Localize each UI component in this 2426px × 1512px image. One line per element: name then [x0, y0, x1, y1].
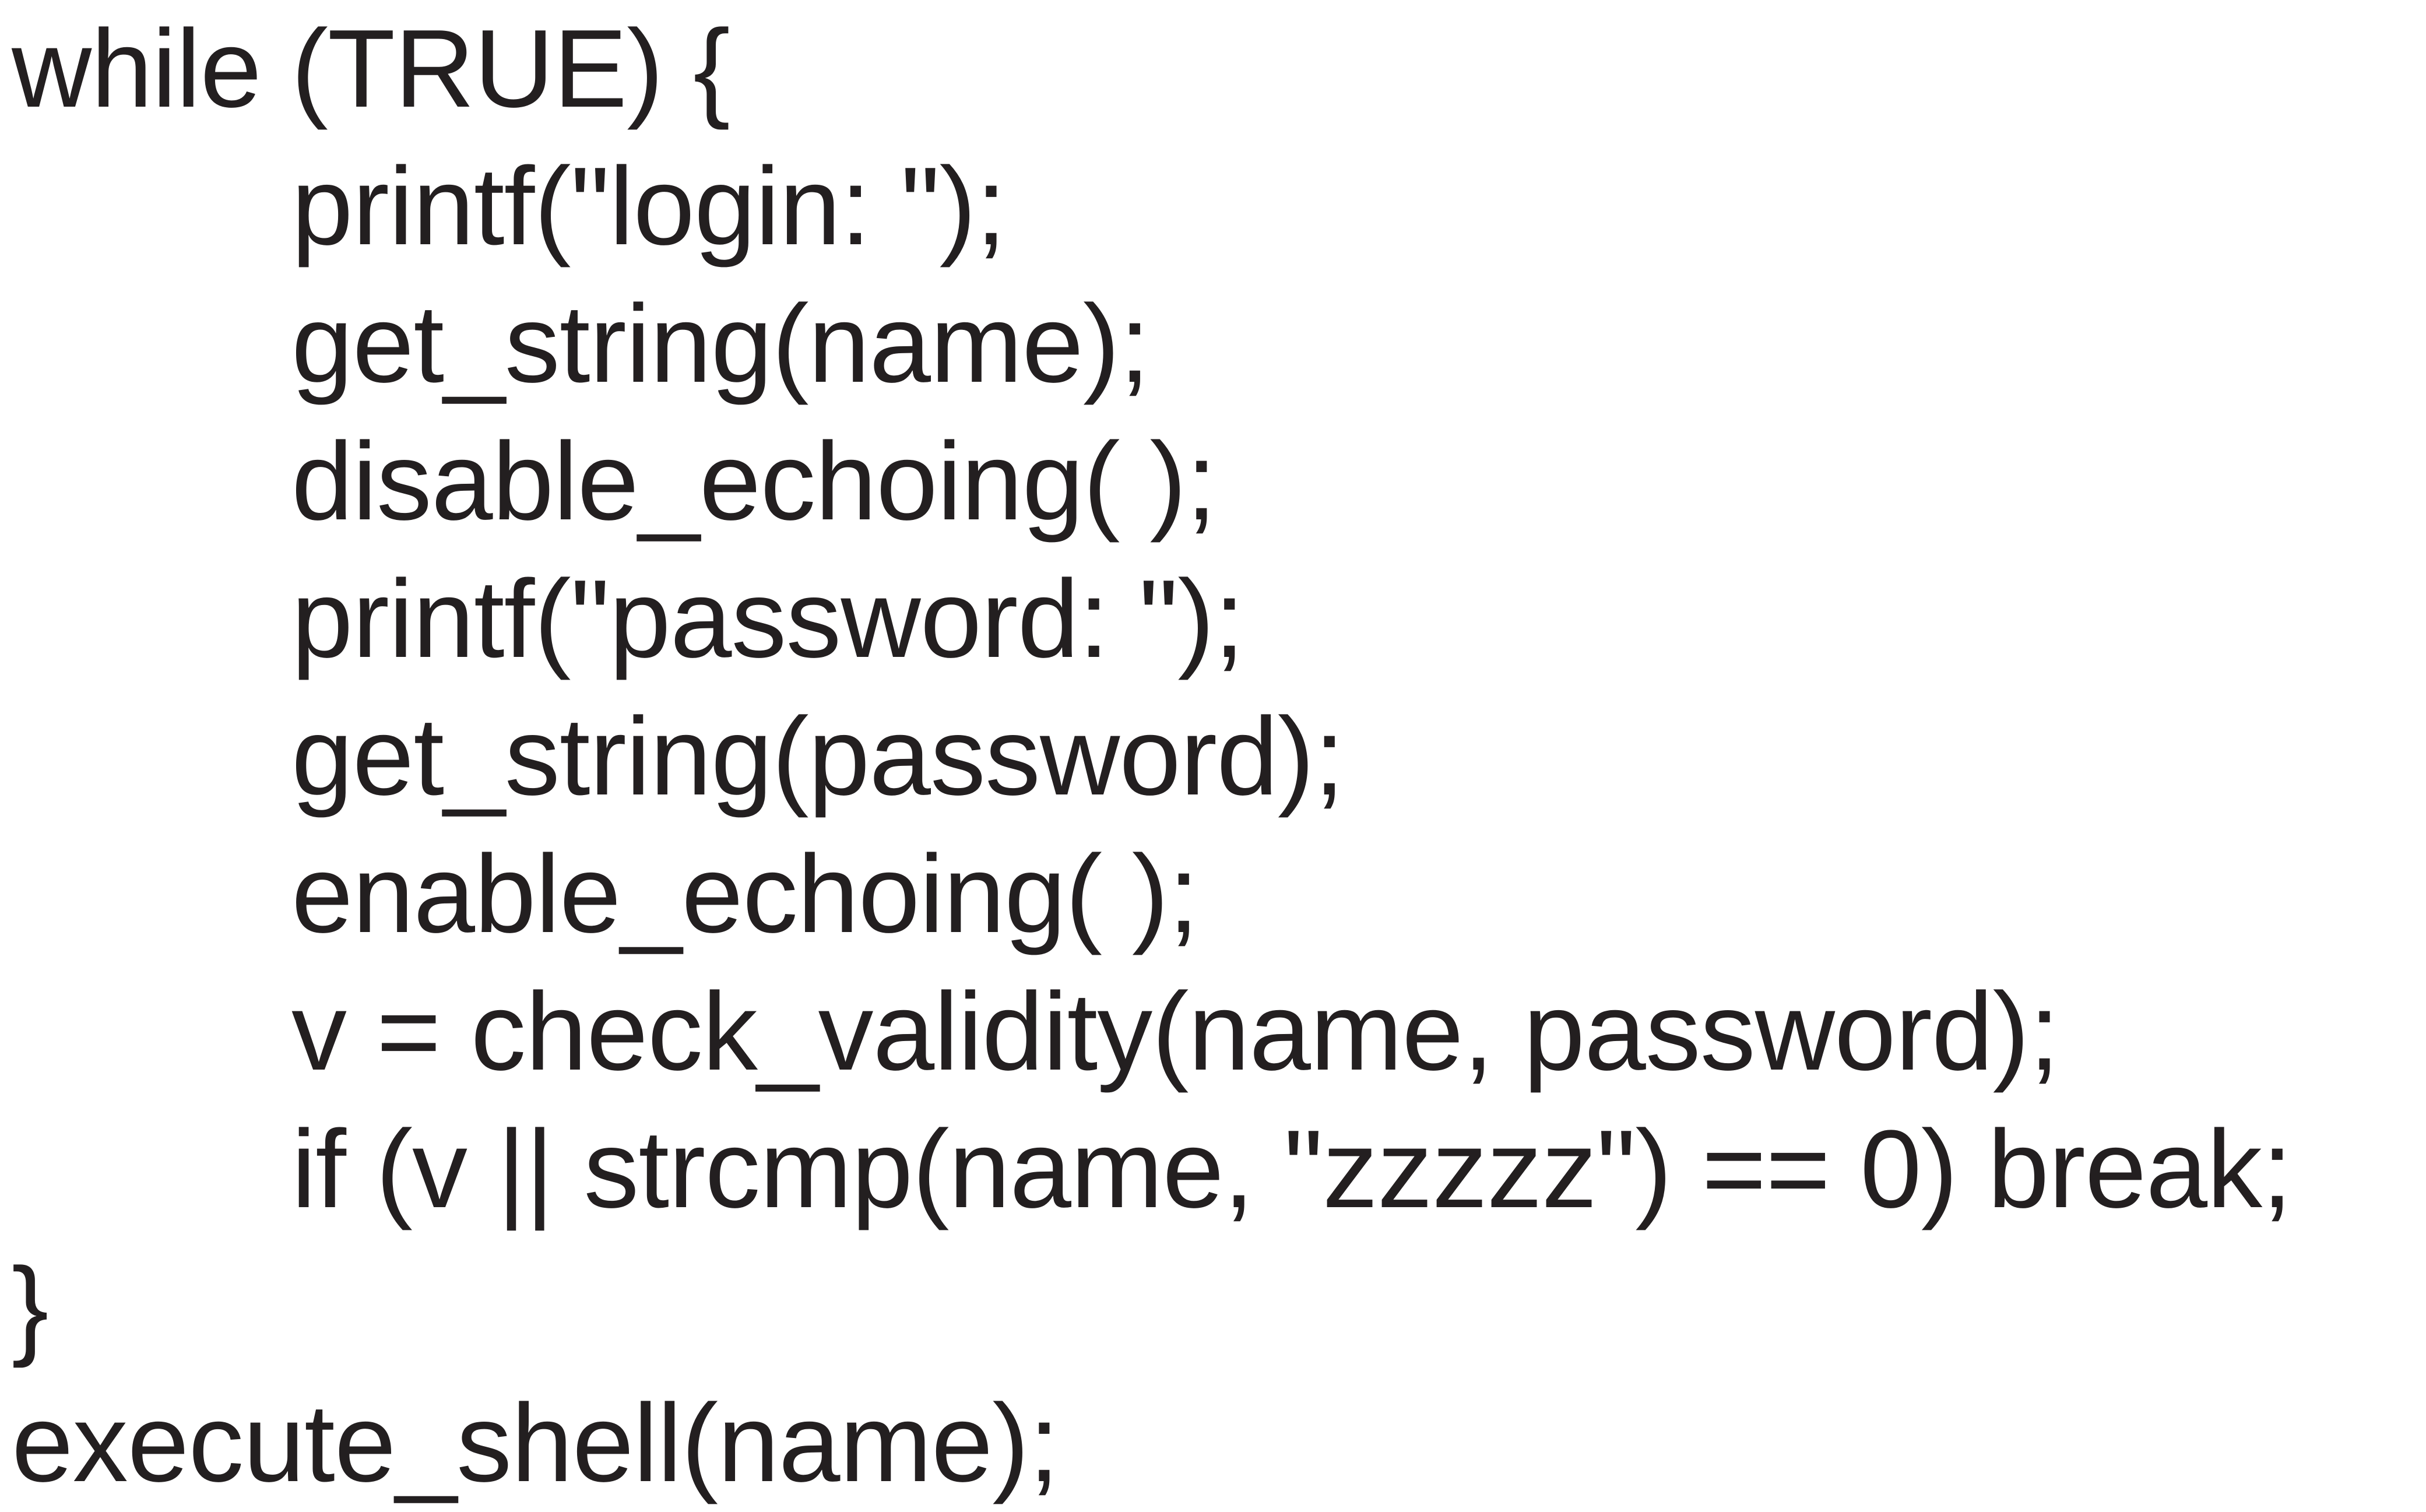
code-line-check-validity: v = check_validity(name, password);: [291, 970, 2060, 1093]
code-line-get-password: get_string(password);: [291, 695, 1345, 818]
code-line-printf-login: printf("login: ");: [291, 145, 1007, 268]
code-line-while: while (TRUE) {: [12, 7, 730, 131]
code-line-disable-echo: disable_echoing( );: [291, 420, 1216, 543]
code-line-close-brace: }: [12, 1245, 48, 1369]
code-line-enable-echo: enable_echoing( );: [291, 832, 1199, 956]
code-listing: while (TRUE) { printf("login: "); get_st…: [0, 0, 2426, 1512]
code-line-if-break: if (v || strcmp(name, "zzzzz") == 0) bre…: [291, 1107, 2293, 1231]
code-line-printf-password: printf("password: ");: [291, 557, 1244, 681]
code-line-execute-shell: execute_shell(name);: [12, 1381, 1060, 1505]
code-line-get-name: get_string(name);: [291, 282, 1150, 406]
